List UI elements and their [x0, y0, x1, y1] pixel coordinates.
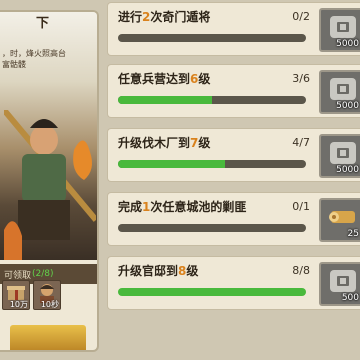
claim-ribbon[interactable] — [10, 325, 86, 350]
task-title-text: 级 — [198, 136, 211, 150]
task-count: 3/6 — [292, 72, 310, 85]
task-count: 0/2 — [292, 10, 310, 23]
chapter-progress-label: 可领取 — [4, 270, 32, 281]
task-reward[interactable]: 5000 — [319, 70, 360, 114]
task-reward[interactable]: 25 — [319, 198, 360, 242]
task-title-text: 升级官邸到 — [118, 264, 179, 278]
task-progress-fill — [118, 96, 212, 104]
task-title: 升级伐木厂到7级 — [118, 134, 210, 151]
quest-screen: 下 ，时，烽火照高台 富骷髅 可领取 (2/8) 10万 10秒 进行2次奇门遁… — [0, 0, 360, 360]
reward-qty: 10万 — [9, 300, 28, 309]
chapter-title: 下 — [36, 16, 50, 31]
task-progress-fill — [118, 288, 306, 296]
silver-coin-icon — [330, 16, 356, 38]
task-row[interactable]: 升级伐木厂到7级 4/7 5000 — [107, 128, 360, 182]
silver-coin-icon — [330, 78, 356, 100]
task-progress-bar — [118, 224, 306, 232]
chapter-progress-value: (2/8) — [32, 269, 54, 279]
task-title-text: 级 — [198, 72, 211, 86]
reward-qty: 10秒 — [40, 300, 59, 309]
task-reward[interactable]: 500 — [319, 262, 360, 306]
task-reward-qty: 5000 — [336, 101, 359, 111]
chapter-card[interactable]: 下 ，时，烽火照高台 富骷髅 可领取 (2/8) 10万 10秒 — [0, 10, 99, 352]
task-reward-qty: 5000 — [336, 165, 359, 175]
task-row[interactable]: 完成1次任意城池的剿匪 0/1 25 — [107, 192, 360, 246]
task-row[interactable]: 进行2次奇门遁将 0/2 5000 — [107, 2, 360, 56]
task-title-text: 次奇门遁将 — [150, 10, 211, 24]
wood-log-icon — [329, 211, 355, 223]
task-reward[interactable]: 5000 — [319, 8, 360, 52]
task-reward-qty: 5000 — [336, 39, 359, 49]
task-count: 8/8 — [292, 264, 310, 277]
task-title-text: 完成 — [118, 200, 143, 214]
task-progress-bar — [118, 160, 306, 168]
chapter-rewards: 10万 10秒 — [0, 280, 97, 326]
task-count: 0/1 — [292, 200, 310, 213]
task-title: 进行2次奇门遁将 — [118, 8, 210, 25]
task-progress-bar — [118, 96, 306, 104]
task-row[interactable]: 升级官邸到8级 8/8 500 — [107, 256, 360, 310]
chapter-description: ，时，烽火照高台 富骷髅 — [2, 49, 66, 69]
task-title: 任意兵营达到6级 — [118, 70, 210, 87]
silver-coin-icon — [330, 270, 356, 292]
task-progress-bar — [118, 288, 306, 296]
warrior-figure-icon — [4, 110, 96, 260]
task-reward[interactable]: 5000 — [319, 134, 360, 178]
task-title-text: 级 — [186, 264, 199, 278]
task-title-text: 升级伐木厂到 — [118, 136, 191, 150]
gift-icon[interactable]: 10万 — [2, 280, 30, 310]
task-title: 升级官邸到8级 — [118, 262, 198, 279]
task-reward-qty: 500 — [341, 293, 359, 303]
general-portrait-icon[interactable]: 10秒 — [33, 280, 61, 310]
silver-coin-icon — [330, 142, 356, 164]
task-title-text: 次任意城池的剿匪 — [150, 200, 247, 214]
task-title-text: 进行 — [118, 10, 143, 24]
task-row[interactable]: 任意兵营达到6级 3/6 5000 — [107, 64, 360, 118]
task-progress-bar — [118, 34, 306, 42]
task-title: 完成1次任意城池的剿匪 — [118, 198, 246, 215]
task-reward-qty: 25 — [347, 229, 359, 239]
task-count: 4/7 — [292, 136, 310, 149]
task-title-text: 任意兵营达到 — [118, 72, 191, 86]
task-progress-fill — [118, 160, 226, 168]
